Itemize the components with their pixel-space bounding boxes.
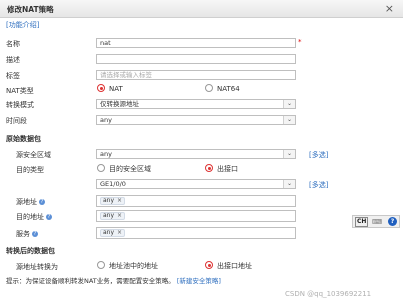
source-zone-select[interactable]: any ⌄ [96, 149, 296, 159]
nat-type-option-nat64: NAT64 [217, 85, 240, 93]
tag-label: 标签 [6, 72, 20, 80]
source-convert-radio-interface[interactable]: 出接口地址 [205, 261, 252, 271]
original-packet-section-title: 原始数据包 [6, 135, 41, 143]
tag-remove-icon[interactable]: × [117, 197, 122, 204]
source-address-input[interactable]: any × [96, 195, 296, 207]
destination-type-option-interface: 出接口 [217, 165, 238, 173]
hint-text: 提示：为保证设备顺利转发NAT业务，需要配置安全策略。 [新建安全策略] [6, 275, 221, 285]
source-zone-value: any [100, 150, 112, 158]
outbound-interface-value: GE1/0/0 [100, 180, 126, 188]
outbound-interface-select[interactable]: GE1/0/0 ⌄ [96, 179, 296, 189]
radio-unselected-icon [205, 84, 213, 92]
time-range-select[interactable]: any ⌄ [96, 115, 296, 125]
service-tag-text: any [103, 229, 115, 236]
convert-mode-value: 仅转换源地址 [100, 100, 139, 108]
destination-type-label: 目的类型 [16, 166, 44, 174]
nat-type-radio-nat64[interactable]: NAT64 [205, 84, 240, 93]
radio-selected-icon [205, 261, 213, 269]
chevron-down-icon: ⌄ [283, 150, 295, 158]
name-input-value: nat [100, 39, 111, 47]
service-label-text: 服务 [16, 230, 30, 238]
description-label: 描述 [6, 56, 20, 64]
help-icon[interactable]: ? [46, 214, 52, 220]
destination-type-radio-interface[interactable]: 出接口 [205, 164, 238, 174]
help-icon[interactable]: ? [39, 199, 45, 205]
help-icon[interactable]: ? [32, 231, 38, 237]
outbound-interface-multi-select-link[interactable]: [多选] [309, 180, 328, 190]
source-convert-radio-pool[interactable]: 地址池中的地址 [97, 261, 158, 271]
radio-selected-icon [205, 164, 213, 172]
ime-mode-indicator[interactable]: CH [355, 217, 369, 227]
chevron-down-icon: ⌄ [283, 100, 295, 108]
close-icon[interactable]: × [385, 2, 394, 15]
service-label: 服务? [16, 229, 38, 239]
watermark: CSDN @qq_1039692211 [285, 290, 372, 298]
destination-address-tag-text: any [103, 212, 115, 219]
destination-type-radio-zone[interactable]: 目的安全区域 [97, 164, 151, 174]
nat-type-label: NAT类型 [6, 87, 34, 95]
radio-unselected-icon [97, 164, 105, 172]
source-zone-multi-select-link[interactable]: [多选] [309, 150, 328, 160]
chevron-down-icon: ⌄ [283, 116, 295, 124]
source-address-label-text: 源地址 [16, 198, 37, 206]
source-convert-option-interface: 出接口地址 [217, 262, 252, 270]
chevron-down-icon: ⌄ [283, 180, 295, 188]
source-zone-label: 源安全区域 [16, 151, 51, 159]
service-tag: any × [100, 229, 126, 237]
source-address-tag: any × [100, 197, 126, 205]
radio-selected-icon [97, 84, 105, 92]
new-security-policy-link[interactable]: [新建安全策略] [177, 277, 221, 285]
time-range-value: any [100, 116, 112, 124]
nat-type-option-nat: NAT [109, 85, 123, 93]
tag-remove-icon[interactable]: × [117, 229, 122, 236]
service-input[interactable]: any × [96, 227, 296, 239]
destination-type-option-zone: 目的安全区域 [109, 165, 151, 173]
source-convert-label: 源地址转换为 [16, 263, 58, 271]
time-range-label: 时间段 [6, 117, 27, 125]
source-address-tag-text: any [103, 197, 115, 204]
destination-address-tag: any × [100, 212, 126, 220]
function-intro-link[interactable]: [功能介绍] [6, 20, 39, 30]
dialog-titlebar: 修改NAT策略 × [0, 0, 403, 18]
tag-remove-icon[interactable]: × [117, 212, 122, 219]
ime-toolbar[interactable]: CH ⌨ ? [352, 215, 400, 228]
required-mark: * [298, 38, 302, 46]
name-label: 名称 [6, 40, 20, 48]
destination-address-label: 目的地址? [16, 212, 52, 222]
description-input[interactable] [96, 54, 296, 64]
hint-message: 提示：为保证设备顺利转发NAT业务，需要配置安全策略。 [6, 277, 175, 285]
convert-mode-select[interactable]: 仅转换源地址 ⌄ [96, 99, 296, 109]
source-address-label: 源地址? [16, 197, 45, 207]
tag-input[interactable]: 请选择或输入标签 [96, 70, 296, 80]
name-input[interactable]: nat [96, 38, 296, 48]
translated-packet-section-title: 转换后的数据包 [6, 247, 55, 255]
source-convert-option-pool: 地址池中的地址 [109, 262, 158, 270]
ime-help-icon[interactable]: ? [388, 217, 397, 226]
nat-type-radio-nat[interactable]: NAT [97, 84, 123, 93]
keyboard-icon[interactable]: ⌨ [372, 218, 382, 226]
dialog-title: 修改NAT策略 [7, 5, 54, 14]
tag-input-placeholder: 请选择或输入标签 [100, 71, 152, 79]
destination-address-label-text: 目的地址 [16, 213, 44, 221]
destination-address-input[interactable]: any × [96, 210, 296, 222]
convert-mode-label: 转换模式 [6, 101, 34, 109]
radio-unselected-icon [97, 261, 105, 269]
